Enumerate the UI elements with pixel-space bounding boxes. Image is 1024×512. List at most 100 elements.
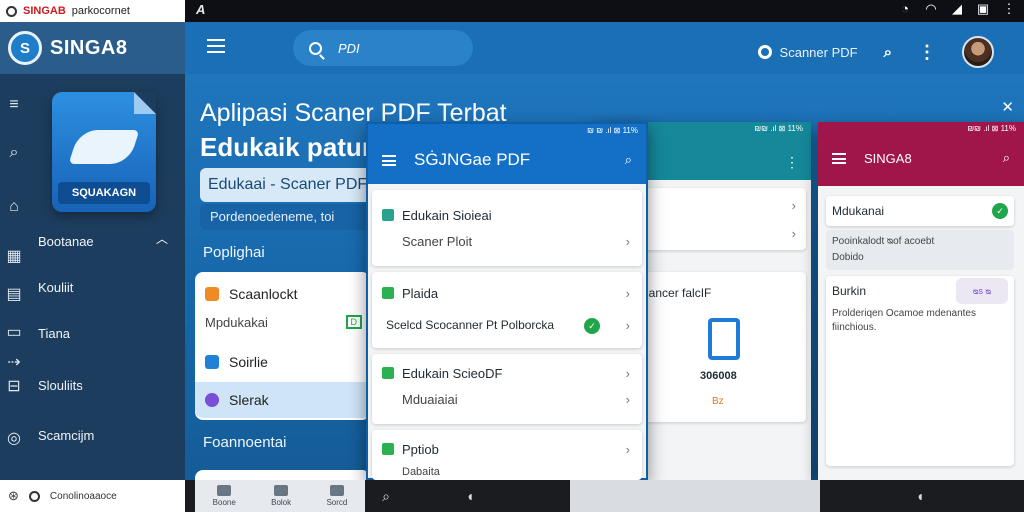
settings-icon[interactable]: ⊟	[5, 378, 23, 396]
person-icon[interactable]: ⊛	[8, 488, 19, 504]
row-label: Mdukanai	[832, 204, 885, 218]
tab-bolok[interactable]: Bolok	[271, 485, 291, 507]
battery-icon: ▣	[976, 1, 990, 16]
search-text: PDI	[338, 40, 360, 56]
tab-favicon-icon	[6, 5, 17, 17]
card-title: Edukain Sioieai	[382, 208, 492, 223]
search-icon[interactable]: ⌕	[5, 144, 23, 162]
browser-tab[interactable]: SINGAB parkocornet	[0, 0, 185, 22]
doc-label: 306008	[700, 370, 737, 382]
sidebar: S SINGA8 ≡ ⌕ ⌂ ▦ ▤ ▭ ⇢ ⊟ ◎ SQUAKAGN Boot…	[0, 22, 185, 480]
list-item-label: Mpdukakai	[205, 314, 268, 330]
phone-center-status: ₪ ₪ .ıl ⊠ 11%	[587, 126, 638, 135]
circle-icon	[205, 393, 219, 407]
more-vert-icon[interactable]: ⋮	[918, 42, 936, 63]
search-icon[interactable]: ⌕	[1003, 150, 1010, 166]
home-icon	[217, 485, 232, 496]
header-actions: Scanner PDF ⌕ ⋮	[757, 36, 994, 68]
card-title: Plaida	[382, 286, 438, 301]
scanner-icon	[757, 45, 772, 59]
folder-icon[interactable]: ▤	[5, 286, 23, 304]
sidebar-item-scamcijm[interactable]: Scamcijm	[38, 428, 94, 443]
header-search-icon[interactable]: ⌕	[884, 44, 892, 61]
circle-icon	[28, 490, 40, 502]
search-icon[interactable]: ⌕	[625, 152, 632, 168]
sidebar-item-tiana[interactable]: Tiana	[38, 326, 70, 341]
search-nav-icon[interactable]: ⌕	[366, 480, 406, 512]
row-label: Burkin	[832, 284, 867, 298]
tab-subtitle: parkocornet	[71, 5, 130, 17]
hamburger-menu-icon[interactable]	[207, 39, 225, 53]
document-icon	[708, 318, 740, 360]
list-item[interactable]: Slerak	[195, 382, 370, 418]
signal-icon: ◢	[952, 1, 962, 16]
list-item-label: Soirlie	[229, 354, 268, 370]
sidebar-item-slouliits[interactable]: Slouliits	[38, 378, 83, 393]
status-badge: D	[345, 315, 362, 329]
status-badge: ᴓs ᴓ	[956, 278, 1008, 304]
card[interactable]: Pptiob › Dabaita	[372, 430, 642, 480]
system-bar: SINGAB parkocornet A ◔ ◠ ◢ ▣ ⋮	[0, 0, 1024, 22]
doc-sub: Bz	[712, 396, 724, 407]
search-input[interactable]: PDI	[293, 30, 473, 66]
scanner-label: Scanner PDF	[779, 44, 858, 60]
book-icon	[274, 485, 289, 496]
card: Burkin ᴓs ᴓ Prolderiqen Ocamoe mdenantes…	[826, 276, 1014, 466]
phone-center: ₪ ₪ .ıl ⊠ 11% SĠJNGae PDF ⌕ Edukain Sioi…	[366, 122, 648, 480]
avatar[interactable]	[962, 36, 994, 68]
hamburger-menu-icon[interactable]	[832, 152, 846, 164]
tab-sorcd[interactable]: Sorcd	[326, 485, 347, 507]
tab-boone[interactable]: Boone	[213, 485, 236, 507]
home-icon[interactable]: ⌂	[5, 198, 23, 216]
chevron-right-icon: ›	[791, 226, 796, 241]
mic-icon[interactable]: ◖	[450, 480, 490, 512]
phone-right: ₪₪ .ıl ⊠ 11% SINGA8 ⌕ Mdukanai ✓ Pooinka…	[818, 122, 1024, 480]
list-item[interactable]: Mpdukakai D	[195, 304, 370, 340]
close-icon[interactable]: ✕	[1001, 98, 1014, 116]
more-vert-icon[interactable]: ⋮	[785, 154, 799, 171]
app-tile[interactable]: SQUAKAGN	[52, 92, 156, 212]
phone-right-status: ₪₪ .ıl ⊠ 11%	[967, 124, 1016, 133]
list-item[interactable]: Pooinkalodt ᴓof acoebt Dobido	[826, 230, 1014, 270]
bottom-bar: ⊛ Conolinoaaoce Boone Bolok Sorcd ⌕ ◖ ◖	[0, 480, 1024, 512]
chevron-up-icon[interactable]: ︿	[156, 230, 168, 247]
mic-icon-right[interactable]: ◖	[900, 480, 940, 512]
grid-icon[interactable]: ▦	[5, 248, 23, 266]
check-icon: ✓	[992, 203, 1008, 219]
help-icon[interactable]: ◎	[5, 430, 23, 448]
card[interactable]: Plaida › Scelcd Scocanner Pt Polborcka ✓…	[372, 272, 642, 348]
file-icon	[205, 355, 219, 369]
system-tray: ◔ ◠ ◢ ▣ ⋮	[898, 2, 1016, 16]
tile-label: SQUAKAGN	[58, 182, 150, 204]
chevron-right-icon: ›	[625, 366, 630, 381]
scan-icon	[382, 209, 394, 221]
notification-icon: A	[196, 2, 206, 17]
card-sub: Dabaita	[402, 466, 440, 478]
subtitle-pill[interactable]: Edukaai - Scaner PDF	[200, 168, 390, 202]
card[interactable]: Edukain Sioieai Scaner Ploit ›	[372, 190, 642, 266]
sidebar-item-bootanae[interactable]: Bootanae	[38, 234, 94, 249]
doc-icon[interactable]: ▭	[5, 324, 23, 342]
bottom-left-panel: ⊛ Conolinoaaoce	[0, 480, 185, 512]
photo-icon	[382, 443, 394, 455]
card-sub: Scaner Ploit	[402, 234, 473, 249]
hamburger-menu-icon[interactable]	[382, 154, 396, 166]
row-text: Prolderiqen Ocamoe mdenantes	[832, 308, 976, 319]
scanner-pdf-link[interactable]: Scanner PDF	[757, 44, 858, 60]
chevron-right-icon: ›	[625, 234, 630, 249]
share-icon[interactable]: ⇢	[5, 354, 23, 372]
list-item[interactable]: Mdukanai ✓	[826, 196, 1014, 226]
row-text: fiinchious.	[832, 322, 877, 333]
card[interactable]: Edukain ScieoDF › Mduaiaiai ›	[372, 354, 642, 424]
search-pill[interactable]: Pordenoedeneme, toi	[200, 204, 390, 230]
menu-icon[interactable]: ≡	[5, 96, 23, 114]
card-title: Pptiob	[382, 442, 439, 457]
phone-center-title: SĠJNGae PDF	[414, 150, 531, 169]
chevron-right-icon: ›	[625, 442, 630, 457]
card-sub: Mduaiaiai	[402, 392, 458, 407]
section-title-2: Foannoentai	[203, 434, 287, 451]
more-icon[interactable]: ⋮	[1002, 2, 1016, 16]
chevron-right-icon: ›	[625, 286, 630, 301]
sidebar-item-kouliit[interactable]: Kouliit	[38, 280, 73, 295]
list-item[interactable]: Soirlie	[195, 344, 370, 380]
